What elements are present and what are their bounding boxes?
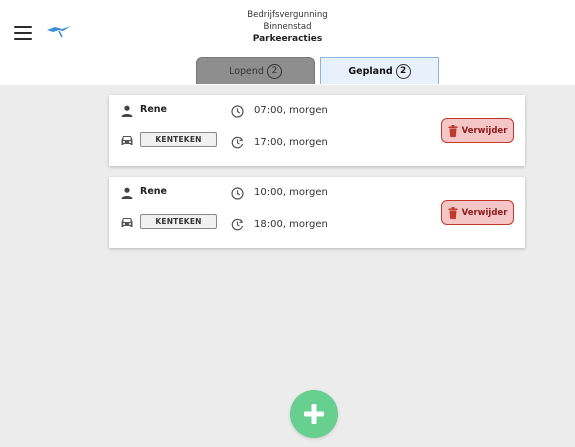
clock-icon xyxy=(231,105,244,118)
person-icon xyxy=(121,187,133,199)
tab-gepland[interactable]: Gepland 2 xyxy=(320,57,439,84)
delete-button-label: Verwijder xyxy=(461,125,508,136)
page-title: Parkeeracties xyxy=(252,34,323,44)
trash-icon xyxy=(448,124,458,137)
user-name: Rene xyxy=(140,186,167,197)
car-icon xyxy=(121,136,133,145)
permit-type-text: Bedrijfsvergunning xyxy=(247,10,328,20)
car-icon xyxy=(121,218,133,227)
parking-action-card[interactable]: Rene KENTEKEN 07:00, morgen 17:00, morge… xyxy=(109,95,525,166)
add-button[interactable] xyxy=(290,390,338,438)
tab-lopend[interactable]: Lopend 2 xyxy=(196,57,315,84)
license-plate: KENTEKEN xyxy=(140,214,217,229)
tab-gepland-label: Gepland xyxy=(348,65,393,77)
user-name: Rene xyxy=(140,104,167,115)
tab-lopend-label: Lopend xyxy=(229,65,264,77)
app-header: Bedrijfsvergunning Binnenstad Parkeeract… xyxy=(0,0,575,85)
trash-icon xyxy=(448,206,458,219)
end-time: 17:00, morgen xyxy=(254,137,328,148)
end-time: 18:00, morgen xyxy=(254,219,328,230)
start-time: 07:00, morgen xyxy=(254,105,328,116)
tab-lopend-count: 2 xyxy=(266,63,282,79)
delete-button-label: Verwijder xyxy=(461,207,508,218)
page-title-block: Bedrijfsvergunning Binnenstad Parkeeract… xyxy=(0,10,575,45)
clock-icon xyxy=(231,187,244,200)
delete-button[interactable]: Verwijder xyxy=(441,118,514,143)
plus-icon xyxy=(304,404,324,424)
start-time: 10:00, morgen xyxy=(254,187,328,198)
tab-gepland-count: 2 xyxy=(395,63,411,79)
person-icon xyxy=(121,105,133,117)
parking-action-card[interactable]: Rene KENTEKEN 10:00, morgen 18:00, morge… xyxy=(109,177,525,248)
clock-rotate-icon xyxy=(231,136,244,149)
delete-button[interactable]: Verwijder xyxy=(441,200,514,225)
license-plate: KENTEKEN xyxy=(140,132,217,147)
zone-text: Binnenstad xyxy=(263,21,312,32)
clock-rotate-icon xyxy=(231,218,244,231)
